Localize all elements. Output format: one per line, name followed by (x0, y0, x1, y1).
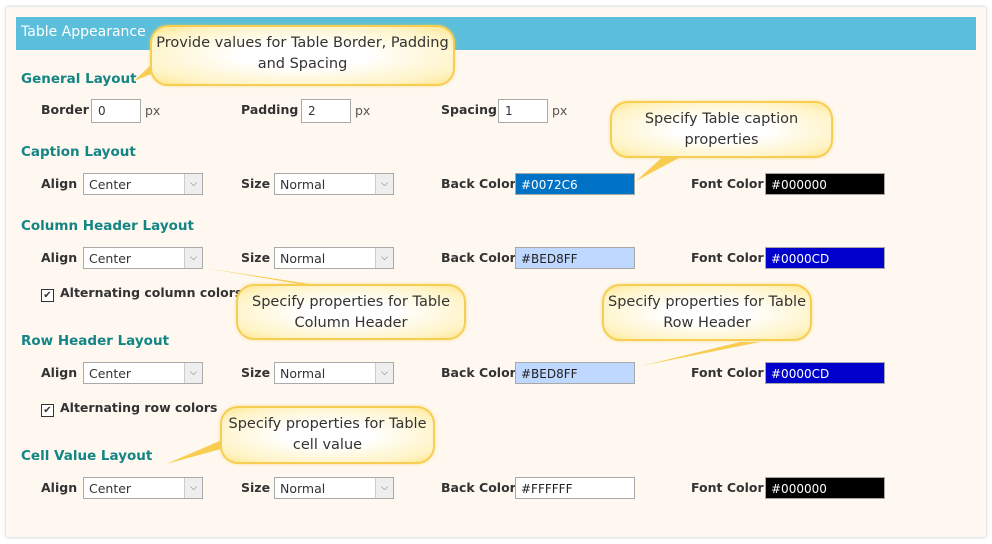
cell-value-size-label: Size (241, 480, 271, 495)
chevron-down-icon[interactable]: ⌵ (375, 478, 393, 498)
row-header-size-value: Normal (280, 366, 326, 381)
chevron-down-icon[interactable]: ⌵ (184, 478, 202, 498)
column-header-back-color-label: Back Color (441, 250, 516, 265)
padding-unit: px (355, 103, 371, 118)
chevron-down-icon[interactable]: ⌵ (375, 248, 393, 268)
chevron-down-icon[interactable]: ⌵ (375, 174, 393, 194)
caption-layout-heading: Caption Layout (21, 144, 136, 160)
cell-value-layout-heading: Cell Value Layout (21, 448, 153, 464)
chevron-down-icon[interactable]: ⌵ (375, 363, 393, 383)
row-header-font-color-input[interactable]: #0000CD (765, 362, 885, 384)
alternating-column-colors-checkbox[interactable]: ✔ Alternating column colors (41, 285, 242, 302)
column-header-size-select[interactable]: Normal ⌵ (274, 247, 394, 269)
cell-value-align-label: Align (41, 480, 78, 495)
padding-input[interactable]: 2 (301, 99, 351, 123)
cell-value-align-select[interactable]: Center ⌵ (83, 477, 203, 499)
table-appearance-panel (6, 7, 986, 537)
row-header-size-select[interactable]: Normal ⌵ (274, 362, 394, 384)
cell-value-font-color-input[interactable]: #000000 (765, 477, 885, 499)
row-header-back-color-label: Back Color (441, 365, 516, 380)
column-header-layout-heading: Column Header Layout (21, 218, 194, 234)
alternating-row-colors-checkbox[interactable]: ✔ Alternating row colors (41, 400, 218, 417)
caption-font-color-input[interactable]: #000000 (765, 173, 885, 195)
cell-value-back-color-label: Back Color (441, 480, 516, 495)
spacing-unit: px (552, 103, 568, 118)
panel-title: Table Appearance (21, 24, 146, 40)
spacing-label: Spacing (441, 102, 497, 117)
column-header-back-color-input[interactable]: #BED8FF (515, 247, 635, 269)
column-header-align-label: Align (41, 250, 78, 265)
chevron-down-icon[interactable]: ⌵ (184, 248, 202, 268)
cell-value-align-value: Center (89, 481, 132, 496)
chevron-down-icon[interactable]: ⌵ (184, 363, 202, 383)
cell-value-font-color-label: Font Color (691, 480, 764, 495)
border-input[interactable]: 0 (91, 99, 141, 123)
row-header-align-label: Align (41, 365, 78, 380)
caption-size-select[interactable]: Normal ⌵ (274, 173, 394, 195)
chevron-down-icon[interactable]: ⌵ (184, 174, 202, 194)
cell-value-callout: Specify properties for Table cell value (220, 406, 435, 464)
caption-align-select[interactable]: Center ⌵ (83, 173, 203, 195)
caption-callout: Specify Table caption properties (610, 101, 833, 158)
cell-value-back-color-input[interactable]: #FFFFFF (515, 477, 635, 499)
cell-value-size-select[interactable]: Normal ⌵ (274, 477, 394, 499)
row-header-align-select[interactable]: Center ⌵ (83, 362, 203, 384)
alternating-column-colors-label: Alternating column colors (60, 285, 243, 300)
alternating-row-colors-label: Alternating row colors (60, 400, 218, 415)
caption-align-value: Center (89, 177, 132, 192)
column-header-callout: Specify properties for Table Column Head… (236, 284, 466, 340)
checkmark-icon[interactable]: ✔ (41, 289, 54, 302)
cell-value-size-value: Normal (280, 481, 326, 496)
caption-back-color-label: Back Color (441, 176, 516, 191)
border-label: Border (41, 102, 89, 117)
caption-align-label: Align (41, 176, 78, 191)
border-unit: px (145, 103, 161, 118)
column-header-font-color-input[interactable]: #0000CD (765, 247, 885, 269)
column-header-align-select[interactable]: Center ⌵ (83, 247, 203, 269)
row-header-align-value: Center (89, 366, 132, 381)
column-header-size-value: Normal (280, 251, 326, 266)
row-header-size-label: Size (241, 365, 271, 380)
row-header-font-color-label: Font Color (691, 365, 764, 380)
checkmark-icon[interactable]: ✔ (41, 404, 54, 417)
caption-font-color-label: Font Color (691, 176, 764, 191)
caption-size-label: Size (241, 176, 271, 191)
caption-size-value: Normal (280, 177, 326, 192)
spacing-input[interactable]: 1 (498, 99, 548, 123)
column-header-align-value: Center (89, 251, 132, 266)
row-header-callout: Specify properties for Table Row Header (602, 284, 812, 341)
caption-back-color-input[interactable]: #0072C6 (515, 173, 635, 195)
row-header-back-color-input[interactable]: #BED8FF (515, 362, 635, 384)
general-layout-heading: General Layout (21, 71, 137, 87)
row-header-layout-heading: Row Header Layout (21, 333, 170, 349)
padding-label: Padding (241, 102, 299, 117)
column-header-font-color-label: Font Color (691, 250, 764, 265)
general-callout: Provide values for Table Border, Padding… (150, 25, 455, 86)
column-header-size-label: Size (241, 250, 271, 265)
